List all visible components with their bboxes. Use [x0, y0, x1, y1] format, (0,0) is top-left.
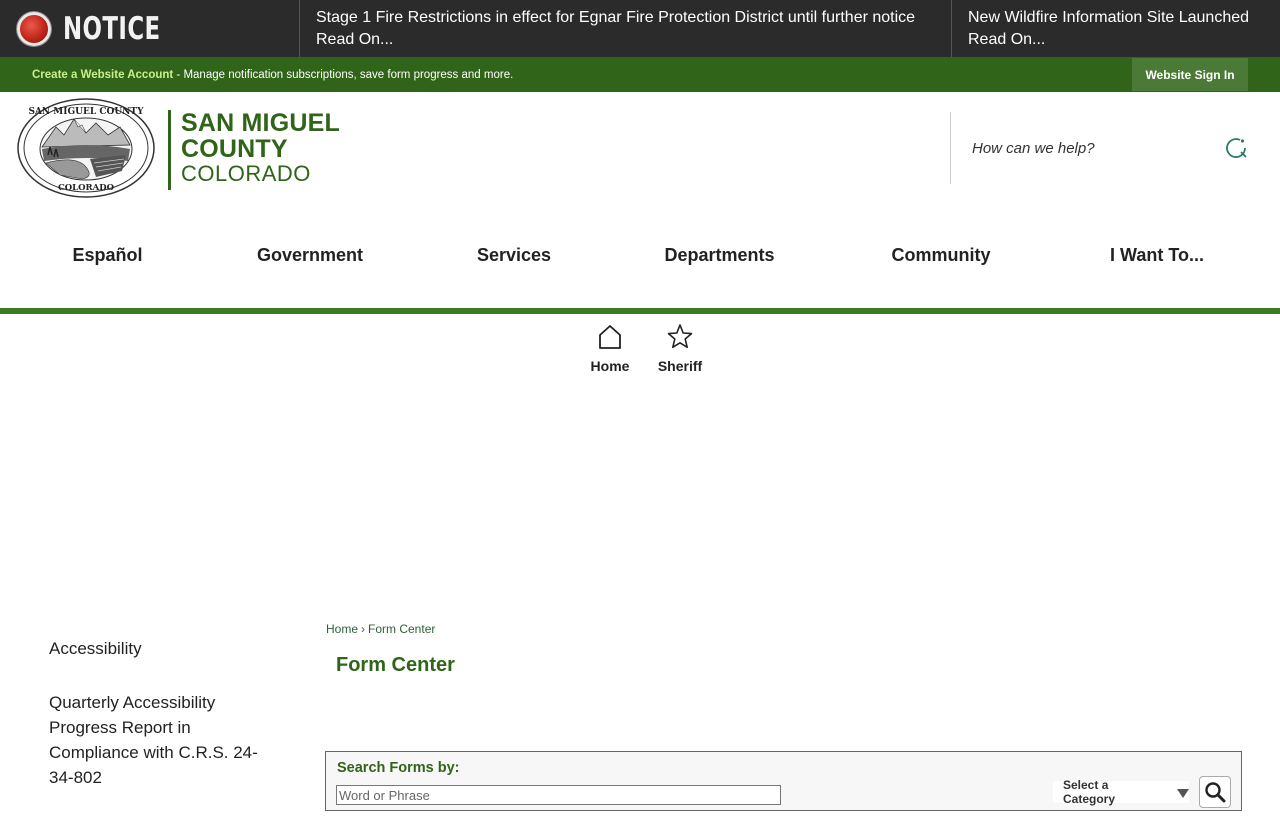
nav-item-i-want-to[interactable]: I Want To... [1066, 235, 1248, 275]
notice-read-on-link[interactable]: Read On... [316, 29, 935, 51]
brand-divider [168, 110, 171, 190]
search-divider [950, 112, 951, 184]
main-nav: Español Government Services Departments … [0, 235, 1280, 279]
quick-link-label: Home [590, 358, 630, 374]
nav-item-services[interactable]: Services [405, 235, 623, 275]
account-bar: Create a Website Account - Manage notifi… [0, 57, 1280, 92]
brand-line-3: COLORADO [181, 161, 311, 186]
breadcrumb: Home › Form Center [326, 622, 435, 636]
sidebar-item-accessibility[interactable]: Accessibility [49, 636, 279, 661]
breadcrumb-separator-icon: › [361, 622, 366, 636]
nav-item-community[interactable]: Community [816, 235, 1066, 275]
notice-item-wildfire-site[interactable]: New Wildfire Information Site Launched R… [952, 0, 1280, 57]
site-brand[interactable]: SAN MIGUEL COUNTY COLORADO [181, 110, 340, 186]
site-search-input[interactable] [958, 132, 1208, 164]
brand-line-2: COUNTY [181, 135, 288, 163]
search-forms-panel: Search Forms by: Select a Category [325, 751, 1242, 811]
notice-label-area: NOTICE [0, 0, 300, 57]
nav-divider-line [0, 308, 1280, 314]
site-header: SAN MIGUEL COUNTY COLORADO SAN MIGUEL CO… [0, 92, 1280, 212]
notice-item-title[interactable]: New Wildfire Information Site Launched [968, 9, 1249, 26]
account-message-text: - Manage notification subscriptions, sav… [173, 68, 514, 81]
notice-item-title[interactable]: Stage 1 Fire Restrictions in effect for … [316, 9, 915, 26]
county-seal-icon[interactable]: SAN MIGUEL COUNTY COLORADO [16, 97, 156, 199]
quick-links: Home Sheriff [575, 322, 715, 382]
star-icon [667, 324, 693, 349]
account-message: Create a Website Account - Manage notifi… [32, 69, 513, 81]
site-search-button[interactable] [1224, 136, 1248, 160]
category-select-value: Select a Category [1063, 778, 1116, 806]
nav-item-espanol[interactable]: Español [0, 235, 215, 275]
search-icon [1226, 138, 1247, 158]
nav-item-government[interactable]: Government [215, 235, 405, 275]
notice-read-on-link[interactable]: Read On... [968, 29, 1264, 51]
notice-alert-icon [17, 11, 51, 46]
notice-label: NOTICE [63, 10, 161, 47]
chevron-down-icon [1177, 788, 1189, 798]
breadcrumb-home-link[interactable]: Home [326, 622, 358, 636]
quick-link-sheriff[interactable]: Sheriff [645, 322, 715, 382]
page-title: Form Center [336, 654, 455, 676]
website-sign-in-button[interactable]: Website Sign In [1132, 58, 1248, 91]
notice-item-fire-restrictions[interactable]: Stage 1 Fire Restrictions in effect for … [300, 0, 952, 57]
breadcrumb-current-link[interactable]: Form Center [368, 622, 435, 636]
svg-text:COLORADO: COLORADO [58, 183, 115, 193]
create-account-link[interactable]: Create a Website Account [32, 69, 173, 81]
sidebar-nav: Accessibility Quarterly Accessibility Pr… [49, 636, 279, 819]
quick-link-label: Sheriff [657, 358, 703, 374]
sidebar-item-accessibility-report[interactable]: Quarterly Accessibility Progress Report … [49, 690, 279, 790]
search-forms-label: Search Forms by: [337, 760, 460, 776]
quick-link-home[interactable]: Home [575, 322, 645, 382]
brand-line-1: SAN MIGUEL [181, 109, 340, 137]
notice-bar: NOTICE Stage 1 Fire Restrictions in effe… [0, 0, 1280, 57]
form-search-input[interactable] [336, 785, 781, 805]
site-search [958, 132, 1258, 164]
svg-text:SAN MIGUEL COUNTY: SAN MIGUEL COUNTY [28, 107, 144, 117]
home-icon [599, 325, 621, 349]
form-search-button[interactable] [1199, 776, 1231, 808]
nav-item-departments[interactable]: Departments [623, 235, 816, 275]
